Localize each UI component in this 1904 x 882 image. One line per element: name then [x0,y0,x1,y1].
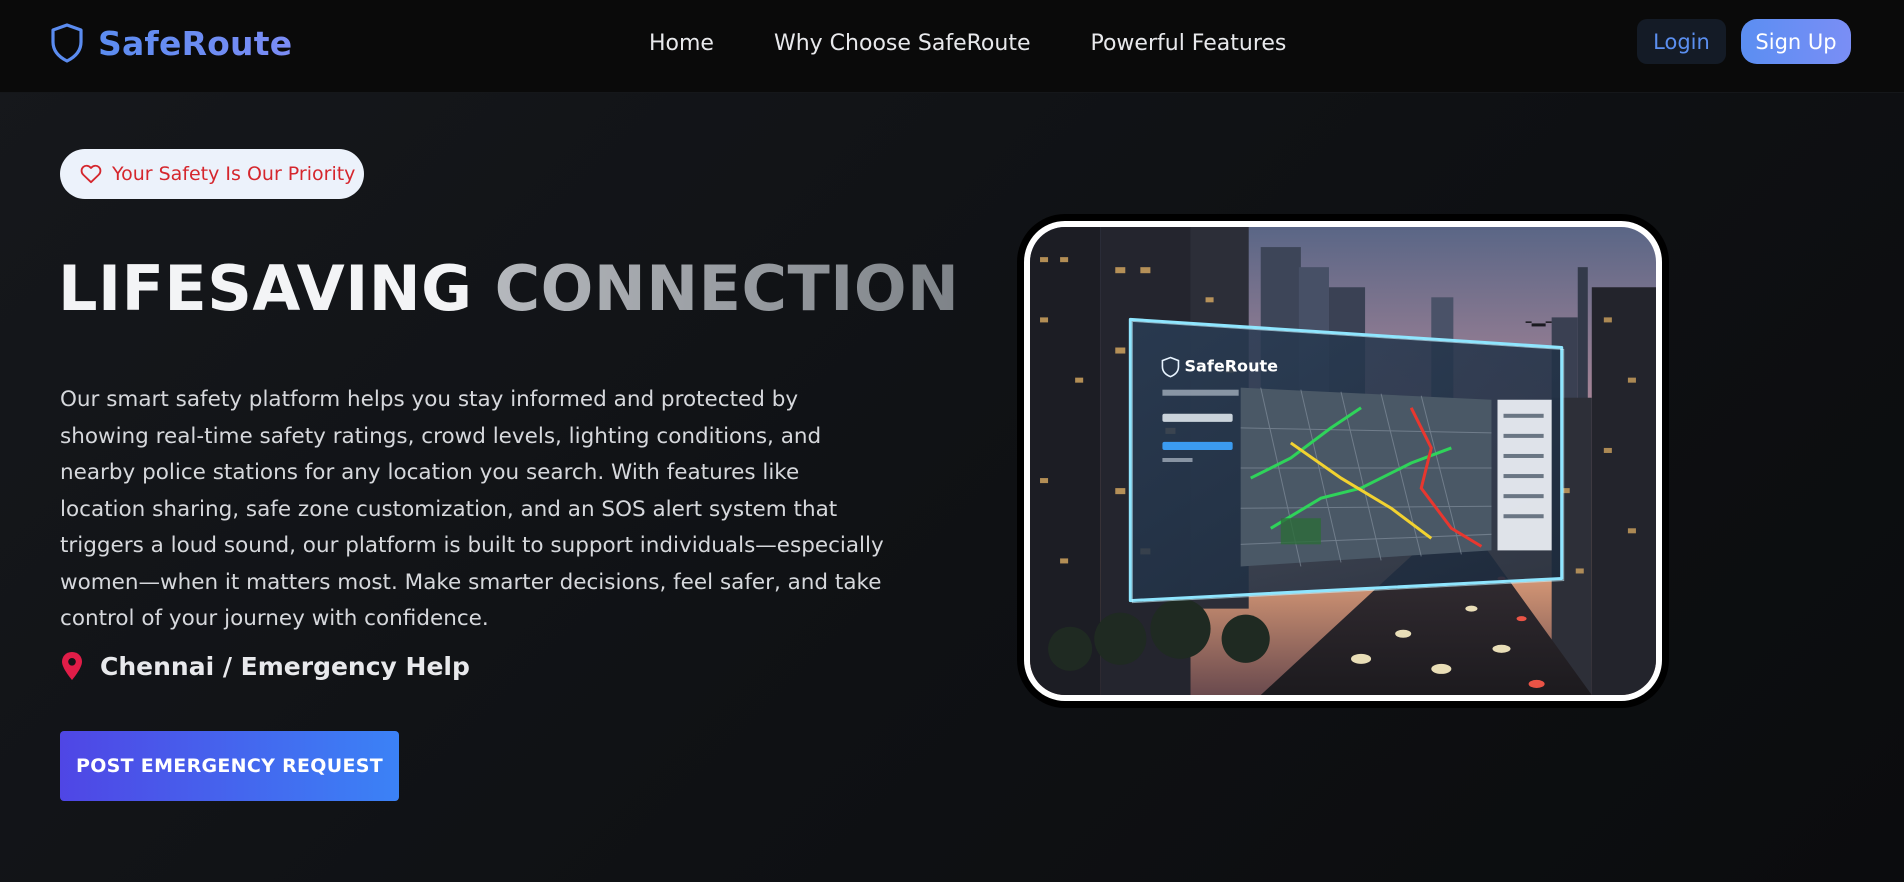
nav-link-home[interactable]: Home [649,31,714,56]
shield-icon [51,23,83,63]
login-button[interactable]: Login [1637,19,1726,64]
hero-title-part1: LIFESAVING [58,252,473,325]
brand-name: SafeRoute [98,23,293,63]
signup-button[interactable]: Sign Up [1741,19,1851,64]
hero-image-frame: SafeRoute [1017,214,1669,708]
priority-badge: Your Safety Is Our Priority [60,149,364,199]
nav-link-why-choose[interactable]: Why Choose SafeRoute [774,31,1031,56]
map-pin-icon [62,652,82,680]
hero-city-illustration: SafeRoute [1030,227,1656,695]
nav-links: Home Why Choose SafeRoute Powerful Featu… [649,26,1286,60]
navbar: SafeRoute Home Why Choose SafeRoute Powe… [0,0,1904,93]
brand-logo-link[interactable]: SafeRoute [50,22,292,64]
hero-description: Our smart safety platform helps you stay… [60,387,884,631]
nav-link-features[interactable]: Powerful Features [1090,31,1286,56]
hero-title-part2: CONNECTION [494,252,960,325]
location-text: Chennai / Emergency Help [100,651,470,681]
priority-badge-text: Your Safety Is Our Priority [112,163,356,185]
location-line: Chennai / Emergency Help [60,646,470,686]
heart-icon [80,164,102,184]
post-emergency-request-button[interactable]: POST EMERGENCY REQUEST [60,731,399,801]
hero-title: LIFESAVING CONNECTION [58,252,959,332]
hero-image-brand-text: SafeRoute [1184,357,1278,376]
